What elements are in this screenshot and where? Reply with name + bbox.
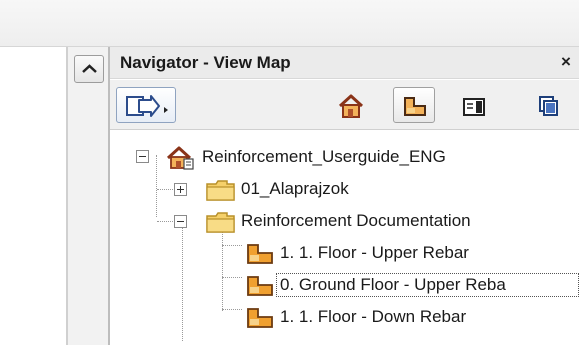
publisher-sets-icon: [539, 96, 558, 116]
layout-book-icon: [463, 98, 485, 116]
layout-book-button[interactable]: [454, 88, 492, 124]
tree-folder-row[interactable]: Reinforcement Documentation: [110, 207, 579, 237]
tree-folder-label: 01_Alaprajzok: [241, 179, 349, 198]
project-house-icon: [166, 146, 194, 170]
tree-folder-row[interactable]: 01_Alaprajzok: [110, 175, 579, 205]
project-map-icon: [338, 94, 364, 118]
tree-root-label: Reinforcement_Userguide_ENG: [202, 147, 446, 166]
view-map-tree: Reinforcement_Userguide_ENG 01_Alaprajzo…: [110, 131, 579, 345]
tree-view-row[interactable]: 1. 1. Floor - Down Rebar: [110, 303, 579, 333]
floor-plan-view-icon: [247, 244, 273, 264]
tree-view-row-selected[interactable]: 0. Ground Floor - Upper Reba: [110, 271, 579, 301]
tree-connector: [157, 221, 175, 222]
navigator-popup-icon: [126, 95, 168, 117]
close-button[interactable]: ×: [557, 51, 575, 73]
tree-root-row[interactable]: Reinforcement_Userguide_ENG: [110, 143, 579, 173]
floor-plan-view-icon: [247, 276, 273, 296]
window-top-strip: [0, 0, 579, 47]
collapse-toggle[interactable]: [136, 150, 149, 163]
view-map-icon: [404, 97, 426, 116]
folder-icon: [206, 212, 235, 233]
tree-view-row[interactable]: 1. 1. Floor - Upper Rebar: [110, 239, 579, 269]
navigator-panel: Navigator - View Map × Reinforcement_Use…: [110, 47, 579, 345]
tree-connector: [157, 189, 175, 190]
navigator-popup-button[interactable]: [116, 87, 176, 123]
floor-plan-view-icon: [247, 308, 273, 328]
expand-toggle[interactable]: [174, 183, 187, 196]
publisher-sets-button[interactable]: [529, 88, 567, 124]
tree-view-label: 1. 1. Floor - Down Rebar: [280, 307, 467, 326]
panel-title: Navigator - View Map: [120, 53, 291, 72]
scroll-up-button[interactable]: [74, 55, 104, 83]
chevron-up-icon: [82, 64, 97, 73]
tree-folder-label: Reinforcement Documentation: [241, 211, 471, 230]
view-map-button[interactable]: [393, 87, 435, 123]
navigator-toolbar: [110, 80, 579, 130]
left-content-pane: [0, 47, 68, 345]
scrollbar-column: [68, 47, 110, 345]
tree-view-label: 0. Ground Floor - Upper Reba: [280, 275, 506, 294]
panel-titlebar: Navigator - View Map ×: [110, 47, 579, 79]
folder-icon: [206, 180, 235, 201]
project-map-button[interactable]: [332, 88, 370, 124]
tree-view-label: 1. 1. Floor - Upper Rebar: [280, 243, 469, 262]
collapse-toggle[interactable]: [174, 215, 187, 228]
